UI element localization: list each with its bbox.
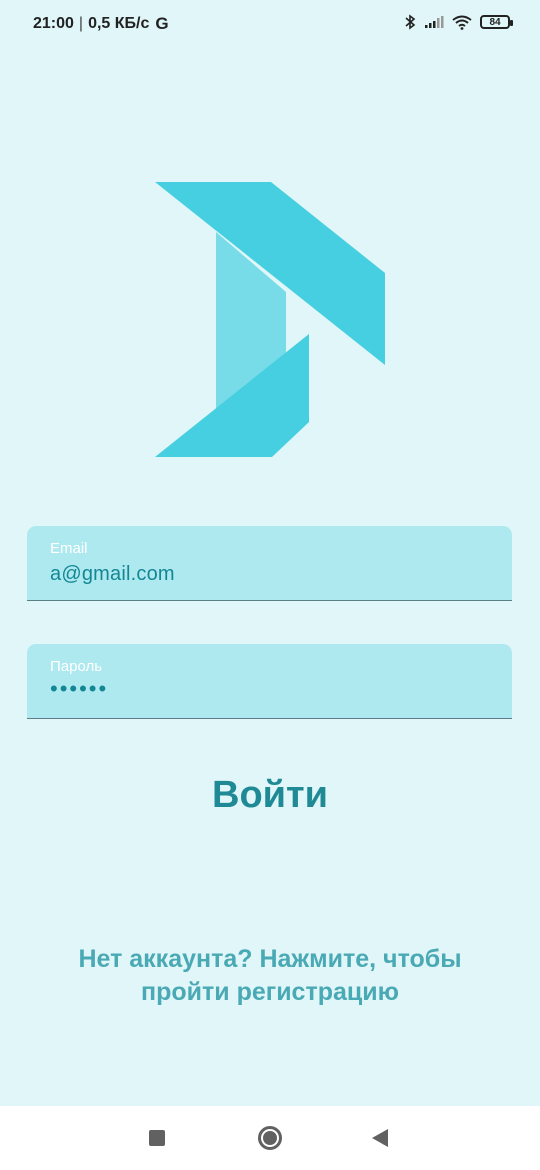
status-separator: | <box>78 15 84 32</box>
google-g-icon: G <box>155 14 169 33</box>
navigation-bar <box>0 1106 540 1170</box>
register-link-line2: пройти регистрацию <box>141 978 399 1006</box>
status-bar: 21:00 | 0,5 КБ/с G 84 <box>0 0 540 48</box>
home-icon[interactable] <box>258 1126 282 1150</box>
email-label: Email <box>50 540 88 557</box>
password-field[interactable]: Пароль •••••• <box>27 644 512 719</box>
back-icon[interactable] <box>372 1129 388 1147</box>
app-logo <box>155 182 385 457</box>
signal-icon <box>425 16 444 28</box>
password-label: Пароль <box>50 658 103 675</box>
bluetooth-icon <box>405 14 416 30</box>
status-left: 21:00 | 0,5 КБ/с G <box>33 14 169 34</box>
battery-level: 84 <box>489 16 501 28</box>
battery-icon: 84 <box>480 15 513 29</box>
email-value[interactable]: a@gmail.com <box>50 563 175 586</box>
register-link[interactable]: Нет аккаунта? Нажмите, чтобы пройти реги… <box>20 943 520 1009</box>
status-right: 84 <box>404 14 513 30</box>
status-time: 21:00 <box>33 15 74 32</box>
email-field[interactable]: Email a@gmail.com <box>27 526 512 601</box>
wifi-icon <box>452 15 472 30</box>
network-speed: 0,5 КБ/с <box>88 15 150 32</box>
password-value[interactable]: •••••• <box>50 676 108 702</box>
recents-icon[interactable] <box>149 1130 165 1146</box>
register-link-line1: Нет аккаунта? Нажмите, чтобы <box>78 945 462 973</box>
login-button[interactable]: Войти <box>170 765 370 825</box>
